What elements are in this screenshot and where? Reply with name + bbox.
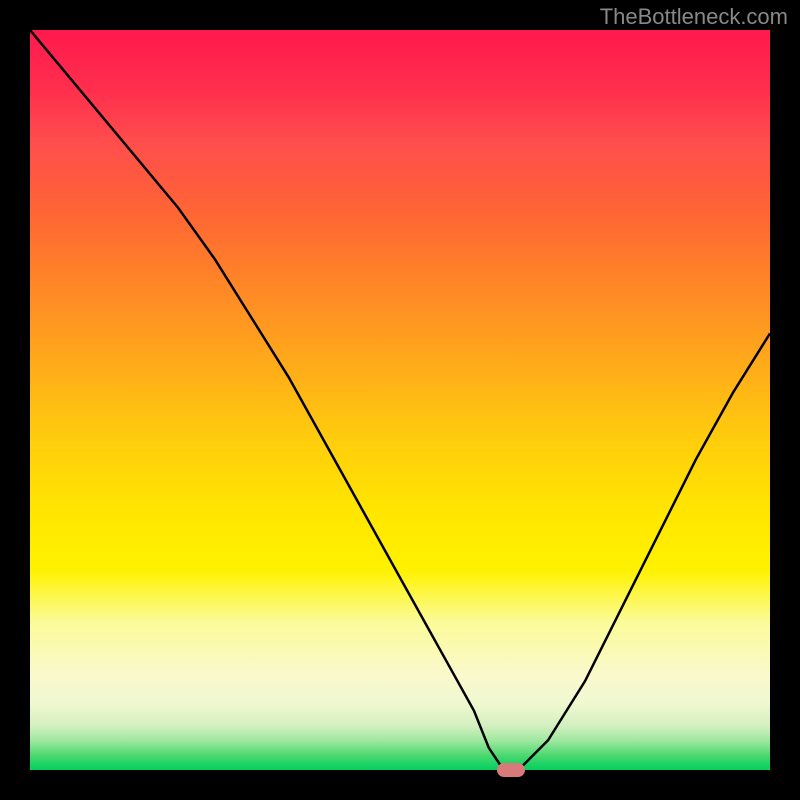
watermark-text: TheBottleneck.com	[600, 4, 788, 30]
optimal-point-marker	[497, 763, 525, 777]
bottleneck-curve	[30, 30, 770, 770]
